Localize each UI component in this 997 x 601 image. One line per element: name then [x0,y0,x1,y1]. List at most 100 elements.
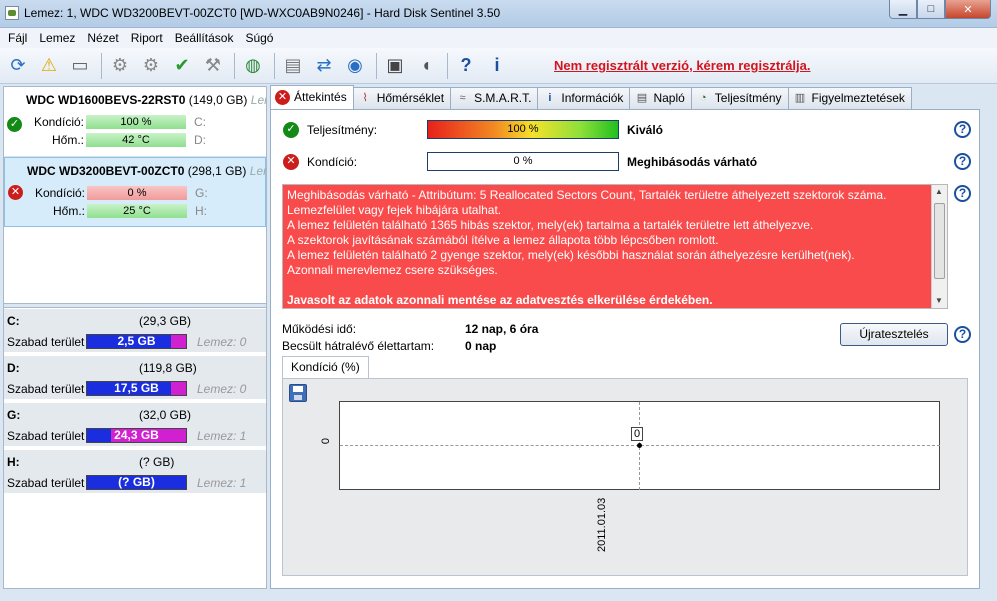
help-message-icon[interactable]: ? [954,185,971,202]
free-space-label: Szabad terület [7,429,85,443]
temperature-row: Hőm.: 42 °C D: [4,132,266,148]
retest-button[interactable]: Újratesztelés [840,323,948,346]
drive-letter: D: [194,133,206,147]
tab-temperature[interactable]: ⌇ Hőmérséklet [352,87,452,109]
free-space-bar: 2,5 GB [86,334,187,349]
refresh-icon[interactable]: ⟳ [4,52,32,80]
save-icon[interactable] [289,384,307,402]
temperature-bar: 25 °C [87,204,187,218]
condition-row: ✕ Kondíció: 0 % Meghibásodás várható [281,151,971,173]
window-title: Lemez: 1, WDC WD3200BEVT-00ZCT0 [WD-WXC0… [24,6,501,20]
tab-information[interactable]: i Információk [537,87,631,109]
temperature-label: Hőm.: [52,204,85,218]
report-icon[interactable]: ▤ [279,52,307,80]
toolbar-separator [101,52,102,79]
warning-icon[interactable]: ⚠ [35,52,63,80]
menu-report[interactable]: Riport [125,31,169,45]
help-retest-icon[interactable]: ? [954,326,971,343]
status-message-box[interactable]: Meghibásodás várható - Attribútum: 5 Rea… [282,184,948,309]
condition-bar: 0 % [87,186,187,200]
info-icon: i [548,92,552,104]
disk-name: WDC WD1600BEVS-22RST0 [26,93,186,107]
message-line [287,278,943,293]
overview-panel: ✓ Teljesítmény: 100 % Kiváló ? ✕ Kondíci… [270,109,980,589]
menu-settings[interactable]: Beállítások [169,31,240,45]
disk-surface-icon[interactable]: ⚙ [137,52,165,80]
tab-smart[interactable]: ≈ S.M.A.R.T. [450,87,539,109]
condition-bar: 100 % [86,115,186,129]
chart-data-point [637,443,642,448]
message-line: Javasolt az adatok azonnali mentése az a… [287,293,713,307]
globe-icon[interactable]: ◍ [239,52,267,80]
scroll-down-icon[interactable]: ▼ [935,296,943,305]
disk-check-icon[interactable]: ✔ [168,52,196,80]
performance-label: Teljesítmény: [307,123,378,137]
condition-row: ✕ Kondíció: 0 % G: [5,185,267,201]
disk-item-0[interactable]: WDC WD1600BEVS-22RST0 (149,0 GB) Lem ✓ K… [4,87,266,157]
help-performance-icon[interactable]: ? [954,121,971,138]
condition-label: Kondíció: [307,155,358,169]
thermometer-icon: ⌇ [362,92,368,104]
y-tick-label: 0 [320,437,333,445]
minimize-button[interactable]: ▁ [889,0,917,19]
disk-item-1[interactable]: WDC WD3200BEVT-00ZCT0 (298,1 GB) Lem ✕ K… [4,157,267,227]
monitor-icon[interactable]: ▣ [381,52,409,80]
app-icon [5,6,19,20]
volume-letter: G: [7,408,21,422]
chart-data-label: 0 [631,427,644,441]
volume-item-d[interactable]: D: (119,8 GB) Szabad terület 17,5 GB Lem… [4,356,266,400]
disk-icon[interactable]: ▭ [66,52,94,80]
menu-file[interactable]: Fájl [2,31,33,45]
free-space-bar: 17,5 GB [86,381,187,396]
condition-bar: 0 % [427,152,619,171]
disk-tools-icon[interactable]: ⚒ [199,52,227,80]
free-space-value: 17,5 GB [114,381,159,395]
network-icon[interactable]: ◉ [341,52,369,80]
free-space-bar: (? GB) [86,475,187,490]
tab-strip: ✕ Áttekintés ⌇ Hőmérséklet ≈ S.M.A.R.T. i In… [270,85,912,109]
message-scrollbar[interactable]: ▲ ▼ [931,185,947,308]
close-button[interactable]: ✕ [945,0,991,19]
volume-item-g[interactable]: G: (32,0 GB) Szabad terület 24,3 GB Leme… [4,403,266,447]
message-line: Meghibásodás várható - Attribútum: 5 Rea… [287,188,887,202]
disk-test-icon[interactable]: ⚙ [106,52,134,80]
sync-icon[interactable]: ⇄ [310,52,338,80]
volume-item-c[interactable]: C: (29,3 GB) Szabad terület 2,5 GB Lemez… [4,309,266,353]
tab-alerts[interactable]: ▥ Figyelmeztetések [787,87,912,109]
tab-label: S.M.A.R.T. [474,91,532,105]
info-icon[interactable]: i [483,52,511,80]
condition-text: Meghibásodás várható [627,155,758,169]
menu-help[interactable]: Súgó [239,31,279,45]
ok-check-icon: ✓ [7,117,22,132]
help-condition-icon[interactable]: ? [954,153,971,170]
register-link[interactable]: Nem regisztrált verzió, kérem regisztrál… [554,58,811,73]
toolbar-separator [447,52,448,79]
volume-item-h[interactable]: H: (? GB) Szabad terület (? GB) Lemez: 1 [4,450,266,494]
remaining-life-value: 0 nap [465,339,497,353]
speaker-icon[interactable]: ◖ [412,52,440,80]
panel-splitter[interactable] [4,303,266,308]
scroll-thumb[interactable] [934,203,945,279]
message-line: Azonnali merevlemez csere szükséges. [287,263,498,277]
log-icon: ▤ [636,92,648,104]
disk-extra: Lem [249,164,267,178]
toolbar-separator [376,52,377,79]
menu-disk[interactable]: Lemez [33,31,81,45]
volume-letter: D: [7,361,20,375]
volume-size: (? GB) [139,455,175,469]
message-line: A lemez felületén található 2 gyenge sze… [287,248,855,262]
tab-log[interactable]: ▤ Napló [629,87,692,109]
tab-performance[interactable]: ◔ Teljesítmény [690,87,789,109]
chart-tab-condition[interactable]: Kondíció (%) [282,356,369,378]
free-space-bar: 24,3 GB [86,428,187,443]
toolbar: ⟳ ⚠ ▭ ⚙ ⚙ ✔ ⚒ ◍ ▤ ⇄ ◉ ▣ ◖ ? i Nem regisz… [0,48,997,84]
remaining-life-label: Becsült hátralévő élettartam: [282,339,435,353]
disk-size: (298,1 GB) [187,164,247,178]
tab-overview[interactable]: ✕ Áttekintés [270,85,354,109]
scroll-up-icon[interactable]: ▲ [935,187,943,196]
help-icon[interactable]: ? [452,52,480,80]
menu-view[interactable]: Nézet [81,31,124,45]
maximize-button[interactable]: □ [917,0,945,19]
uptime-label: Működési idő: [282,322,357,336]
volume-disk: Lemez: 1 [197,429,247,443]
